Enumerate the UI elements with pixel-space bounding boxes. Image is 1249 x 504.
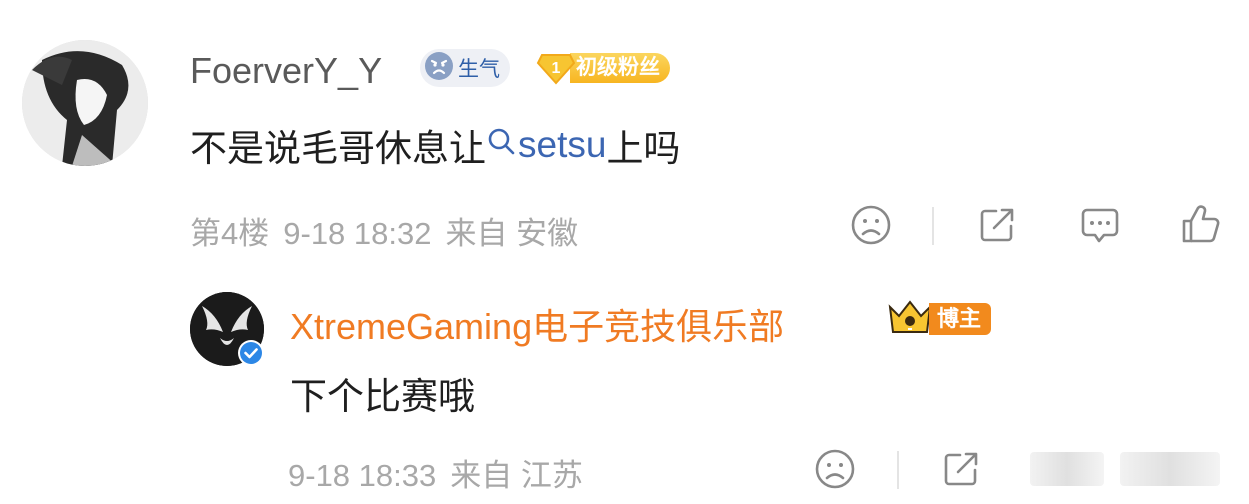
reply-username[interactable]: XtremeGaming电子竞技俱乐部 bbox=[290, 298, 784, 350]
angry-face-icon bbox=[424, 51, 454, 86]
reply-text: 下个比赛哦 bbox=[290, 376, 475, 417]
comment-text: 不是说毛哥休息让 setsu 上吗 bbox=[190, 118, 680, 172]
share-icon[interactable] bbox=[974, 202, 1020, 248]
reply-location: 来自 江苏 bbox=[450, 458, 583, 493]
mood-badge-label: 生气 bbox=[458, 58, 500, 81]
reply-like-icon[interactable] bbox=[1120, 452, 1220, 486]
comment-text-before: 不是说毛哥休息让 bbox=[190, 128, 486, 169]
floor-number: 第4楼 bbox=[190, 216, 270, 251]
blogger-badge: 博主 bbox=[887, 299, 992, 340]
fan-level-badge: 1 初级粉丝 bbox=[536, 51, 670, 85]
mention-text: setsu bbox=[518, 124, 607, 165]
comment-datetime: 9-18 18:32 bbox=[283, 216, 432, 251]
verified-badge bbox=[238, 340, 264, 366]
reply-sad-face-icon[interactable] bbox=[812, 446, 858, 492]
comment-username[interactable]: FoerverY_Y bbox=[190, 50, 382, 92]
reply-comment-icon[interactable] bbox=[1030, 452, 1104, 486]
like-icon[interactable] bbox=[1177, 202, 1223, 248]
verified-check-icon bbox=[240, 342, 262, 364]
comment-location: 来自 安徽 bbox=[445, 216, 579, 251]
reply-avatar[interactable] bbox=[190, 292, 264, 366]
comment-icon[interactable] bbox=[1077, 202, 1123, 248]
avatar-image bbox=[22, 40, 148, 166]
blogger-badge-label: 博主 bbox=[929, 303, 992, 335]
fan-level-number: 1 bbox=[552, 60, 561, 77]
avatar[interactable] bbox=[22, 40, 148, 166]
sad-face-icon[interactable] bbox=[848, 202, 894, 248]
reply-action-divider bbox=[897, 451, 899, 489]
crown-icon bbox=[887, 299, 933, 340]
fan-badge-label: 初级粉丝 bbox=[570, 53, 670, 83]
search-icon bbox=[486, 124, 518, 166]
reply-meta: 9-18 18:33 来自 江苏 bbox=[288, 450, 597, 495]
comment-meta: 第4楼 9-18 18:32 来自 安徽 bbox=[190, 208, 592, 253]
action-divider bbox=[932, 207, 934, 245]
reply-share-icon[interactable] bbox=[938, 446, 984, 492]
comment-text-after: 上吗 bbox=[606, 128, 681, 169]
mention-link[interactable]: setsu bbox=[486, 124, 606, 166]
diamond-level-icon: 1 bbox=[536, 51, 576, 85]
reply-datetime: 9-18 18:33 bbox=[288, 458, 437, 493]
mood-badge: 生气 bbox=[420, 49, 510, 87]
